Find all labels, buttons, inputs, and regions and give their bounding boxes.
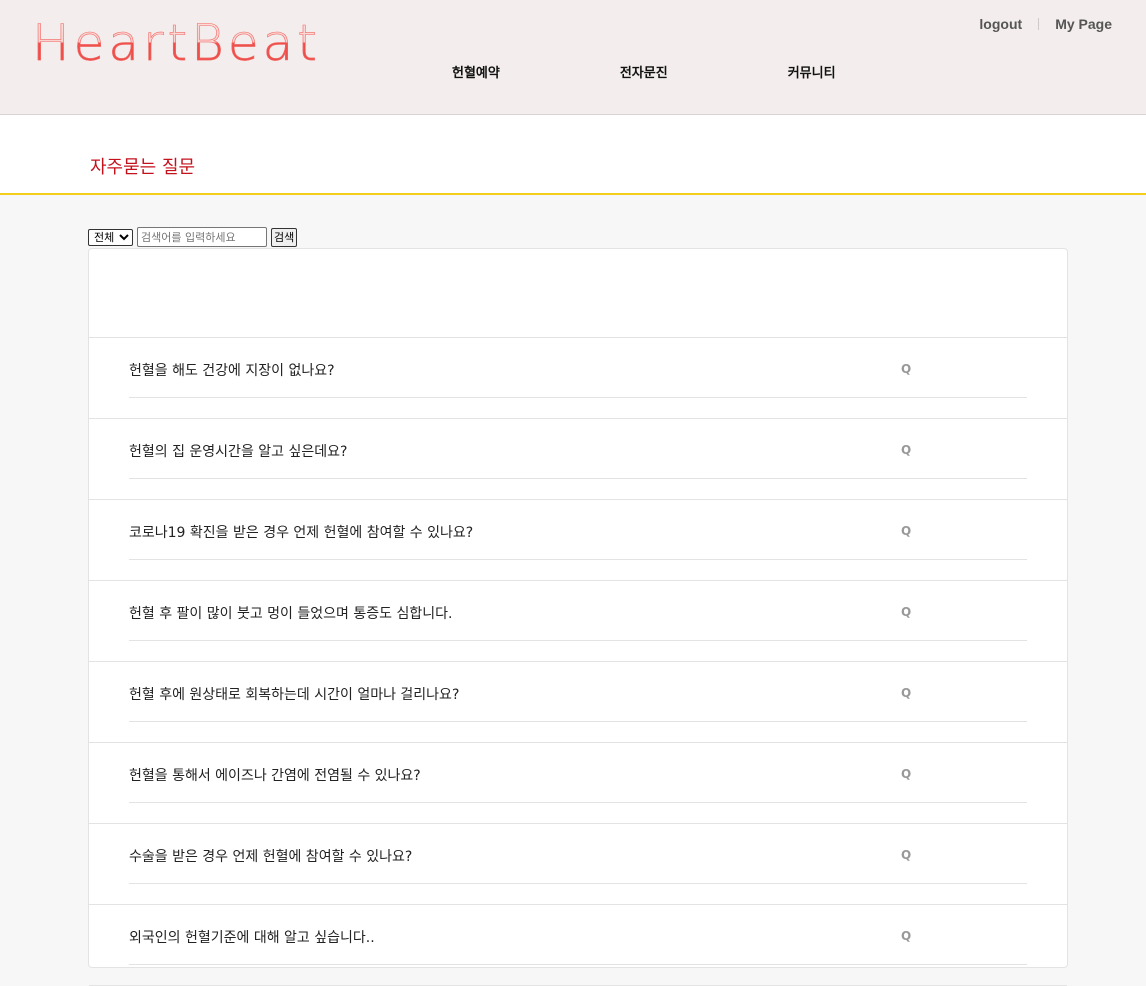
faq-item[interactable]: 수술을 받은 경우 언제 헌혈에 참여할 수 있나요? Q — [89, 824, 1067, 905]
divider — [129, 478, 1027, 479]
my-page-link[interactable]: My Page — [1055, 16, 1112, 32]
faq-item[interactable]: 헌혈의 집 운영시간을 알고 싶은데요? Q — [89, 419, 1067, 500]
faq-item[interactable]: 헌혈 후에 원상태로 회복하는데 시간이 얼마나 걸리나요? Q — [89, 662, 1067, 743]
nav-item-reservation[interactable]: 헌혈예약 — [452, 62, 500, 81]
nav-item-community[interactable]: 커뮤니티 — [788, 62, 836, 81]
faq-question[interactable]: 헌혈을 통해서 에이즈나 간염에 전염될 수 있나요? — [129, 765, 421, 785]
search-input[interactable] — [137, 227, 267, 247]
faq-question[interactable]: 헌혈 후에 원상태로 회복하는데 시간이 얼마나 걸리나요? — [129, 684, 459, 704]
faq-item[interactable]: 코로나19 확진을 받은 경우 언제 헌혈에 참여할 수 있나요? Q — [89, 500, 1067, 581]
search-bar: 전체 검색 — [88, 227, 298, 247]
nav-item-questionnaire[interactable]: 전자문진 — [620, 62, 668, 81]
divider — [129, 397, 1027, 398]
faq-item[interactable]: 외국인의 헌혈기준에 대해 알고 싶습니다.. Q — [89, 905, 1067, 986]
divider — [129, 964, 1027, 965]
faq-q-marker: Q — [901, 848, 912, 862]
faq-q-marker: Q — [901, 362, 912, 376]
faq-q-marker: Q — [901, 443, 912, 457]
faq-question[interactable]: 외국인의 헌혈기준에 대해 알고 싶습니다.. — [129, 927, 375, 947]
logout-link[interactable]: logout — [979, 16, 1022, 32]
faq-item[interactable]: 헌혈을 해도 건강에 지장이 없나요? Q — [89, 338, 1067, 419]
search-button[interactable]: 검색 — [271, 227, 298, 247]
faq-panel-header — [89, 249, 1067, 338]
faq-q-marker: Q — [901, 686, 912, 700]
main-nav: 헌혈예약 전자문진 커뮤니티 — [452, 62, 836, 81]
top-links: logout My Page — [979, 16, 1112, 32]
divider — [1038, 18, 1040, 30]
logo[interactable]: HeartBeat — [32, 18, 321, 69]
faq-question[interactable]: 헌혈을 해도 건강에 지장이 없나요? — [129, 360, 335, 380]
faq-q-marker: Q — [901, 767, 912, 781]
faq-panel: 헌혈을 해도 건강에 지장이 없나요? Q 헌혈의 집 운영시간을 알고 싶은데… — [88, 248, 1068, 986]
divider — [129, 640, 1027, 641]
faq-question[interactable]: 헌혈의 집 운영시간을 알고 싶은데요? — [129, 441, 347, 461]
faq-q-marker: Q — [901, 524, 912, 538]
category-select[interactable]: 전체 — [88, 228, 133, 246]
divider — [129, 802, 1027, 803]
faq-item[interactable]: 헌혈 후 팔이 많이 붓고 멍이 들었으며 통증도 심합니다. Q — [89, 581, 1067, 662]
faq-item[interactable]: 헌혈을 통해서 에이즈나 간염에 전염될 수 있나요? Q — [89, 743, 1067, 824]
faq-q-marker: Q — [901, 605, 912, 619]
faq-question[interactable]: 코로나19 확진을 받은 경우 언제 헌혈에 참여할 수 있나요? — [129, 522, 473, 542]
divider — [129, 559, 1027, 560]
title-band: 자주묻는 질문 — [0, 115, 1146, 195]
page-title: 자주묻는 질문 — [90, 157, 196, 178]
site-header: HeartBeat logout My Page 헌혈예약 전자문진 커뮤니티 — [0, 0, 1146, 115]
faq-question[interactable]: 헌혈 후 팔이 많이 붓고 멍이 들었으며 통증도 심합니다. — [129, 603, 452, 623]
faq-question[interactable]: 수술을 받은 경우 언제 헌혈에 참여할 수 있나요? — [129, 846, 412, 866]
divider — [129, 721, 1027, 722]
divider — [129, 883, 1027, 884]
faq-q-marker: Q — [901, 929, 912, 943]
